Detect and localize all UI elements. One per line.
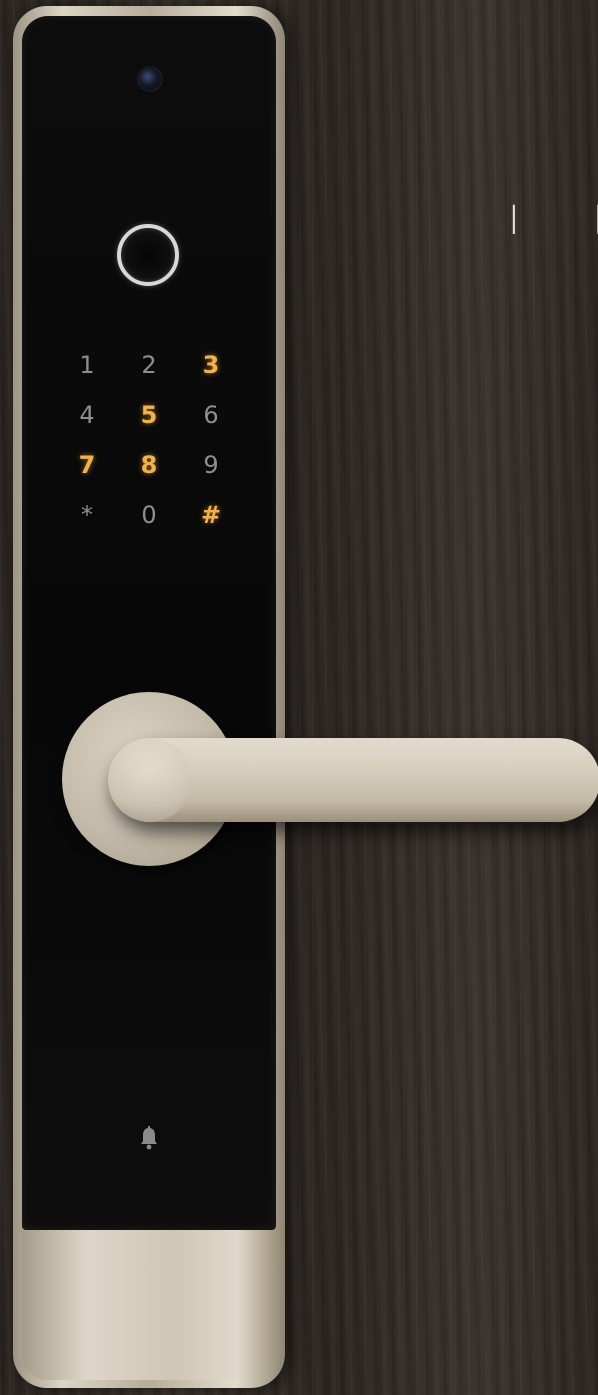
keypad-key[interactable]: 0 xyxy=(118,495,180,545)
keypad-key[interactable]: 3 xyxy=(180,345,242,395)
keypad: 1 2 3 4 5 6 7 8 9 * 0 # xyxy=(56,345,242,545)
lever-neck-highlight xyxy=(108,738,192,822)
keypad-key[interactable]: 7 xyxy=(56,445,118,495)
keypad-key[interactable]: 1 xyxy=(56,345,118,395)
keypad-key[interactable]: 2 xyxy=(118,345,180,395)
door-lock-scene: I N 1 2 3 4 5 6 7 8 9 * 0 # xyxy=(0,0,598,1395)
smart-lock-base-plate xyxy=(22,1230,276,1380)
keypad-key[interactable]: * xyxy=(56,495,118,545)
keypad-key[interactable]: 9 xyxy=(180,445,242,495)
heading-text: I N xyxy=(508,198,598,244)
keypad-key[interactable]: # xyxy=(180,495,242,545)
bell-icon[interactable] xyxy=(139,1126,159,1150)
keypad-key[interactable]: 5 xyxy=(118,395,180,445)
keypad-key[interactable]: 8 xyxy=(118,445,180,495)
smart-lock-panel xyxy=(22,16,276,1230)
keypad-key[interactable]: 6 xyxy=(180,395,242,445)
camera-icon xyxy=(139,68,161,90)
keypad-key[interactable]: 4 xyxy=(56,395,118,445)
fingerprint-sensor-icon[interactable] xyxy=(117,224,179,286)
